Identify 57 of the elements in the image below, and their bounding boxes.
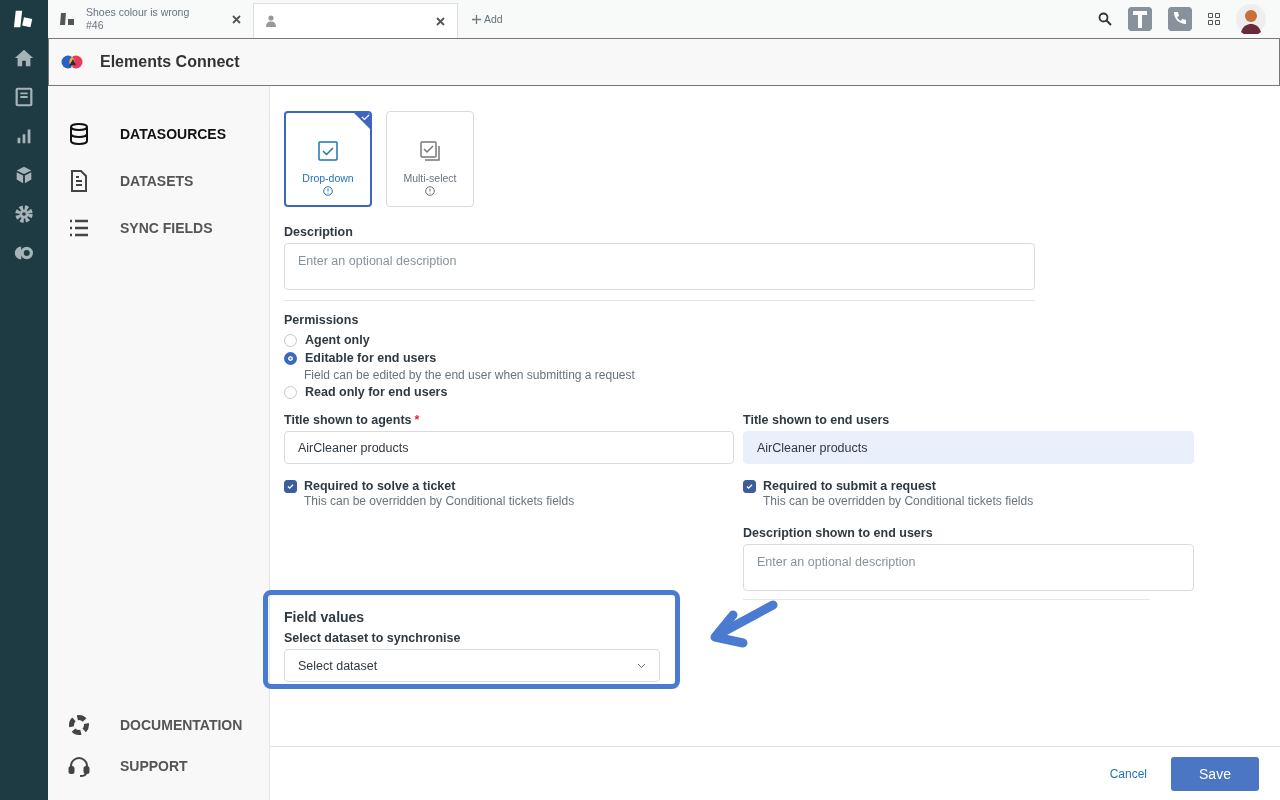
close-icon[interactable] [436,16,445,26]
radio-option[interactable]: Editable for end users [284,349,437,367]
stacked-checkbox-icon [419,140,441,162]
field-type-card[interactable]: Multi-select [386,111,474,207]
add-tab-button[interactable]: Add [458,0,517,38]
checkbox[interactable] [743,479,756,493]
avatar-icon[interactable] [1236,4,1266,34]
title-field[interactable]: AirCleaner products [284,431,734,464]
radio-circle[interactable] [284,351,297,365]
title-field[interactable]: AirCleaner products [743,431,1194,464]
chevron-down-icon [637,662,646,669]
dataset-select[interactable]: Select dataset [284,649,660,682]
sidebar-item[interactable]: SYNC FIELDS [67,204,269,251]
option-hint: This can be overridden by Conditional tickets fields [763,493,1035,509]
apps-icon[interactable] [1208,13,1220,25]
lifebuoy-icon [67,712,91,737]
section-title: Field values [284,609,366,625]
field-type-card[interactable]: Drop-down [284,111,372,207]
radio-option[interactable]: Read only for end users [284,383,448,401]
sidebar-link[interactable]: DOCUMENTATION [67,704,269,745]
sidebar-item[interactable]: DATASETS [67,157,269,204]
save-button[interactable]: Save [1171,756,1259,791]
option-hint: This can be overridden by Conditional tickets fields [304,493,576,509]
text-app-icon[interactable] [1128,7,1152,31]
settings-icon[interactable] [13,203,35,225]
sidebar-item[interactable]: DATASOURCES [67,110,269,157]
field-label: Description shown to end users [743,526,934,540]
cancel-link[interactable]: Cancel [1103,765,1153,782]
required-mark: * [414,413,420,427]
ticket-icon [60,12,76,26]
field-label: Title shown to end users [743,413,891,427]
field-label: Select dataset to synchronise [284,631,462,645]
radio-option[interactable]: Agent only [284,331,370,349]
info-icon[interactable] [323,186,333,196]
app-logo-icon [61,54,83,70]
app-title: Elements Connect [100,53,240,71]
option-hint: Field can be edited by the end user when submitting a request [304,367,636,383]
info-icon[interactable] [425,186,435,196]
radio-circle[interactable] [284,333,297,347]
home-icon[interactable] [13,47,35,69]
checkbox[interactable] [284,479,297,493]
logo-icon[interactable] [13,8,35,30]
sidebar-link[interactable]: SUPPORT [67,745,269,786]
field-label: Title shown to agents [284,413,412,427]
person-icon [266,15,276,27]
tickets-icon[interactable] [13,86,35,108]
phone-icon[interactable] [1168,7,1192,31]
search-icon[interactable] [1098,12,1112,26]
close-icon[interactable] [232,14,241,24]
field-label: Permissions [284,313,360,327]
database-icon [67,121,91,146]
field-label: Description [284,225,354,239]
radio-circle[interactable] [284,385,297,399]
plus-icon [472,14,481,24]
checkbox-option[interactable]: Required to submit a request [743,479,936,493]
checkbox-icon [317,140,339,162]
checkbox-option[interactable]: Required to solve a ticket [284,479,456,493]
